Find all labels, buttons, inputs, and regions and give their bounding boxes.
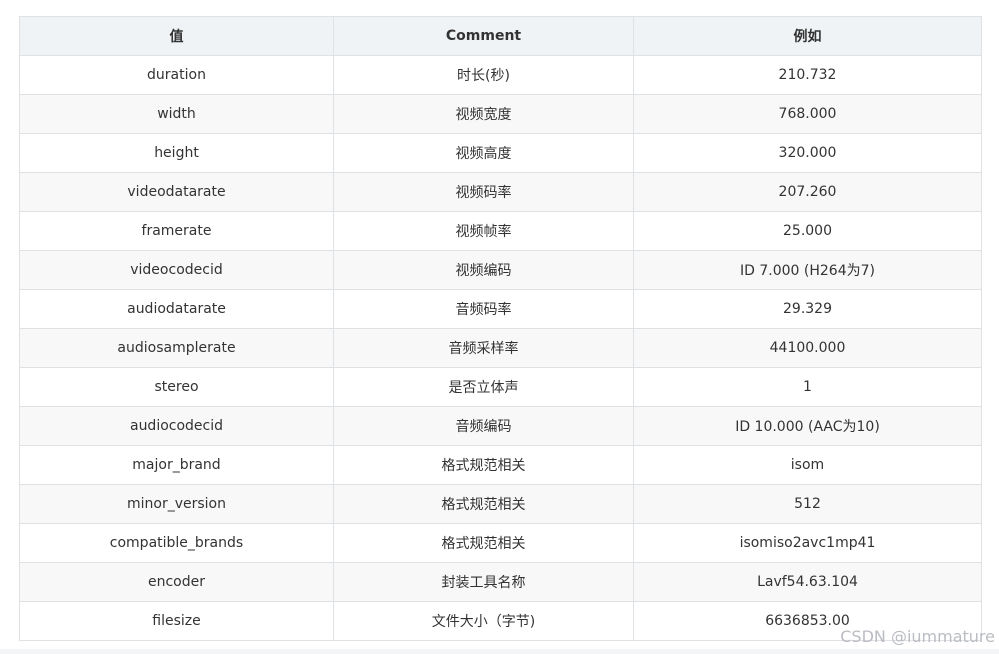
cell-key: audiosamplerate — [19, 328, 334, 368]
cell-comment: 格式规范相关 — [333, 484, 634, 524]
cell-example: isom — [633, 445, 982, 485]
column-header-example: 例如 — [633, 16, 982, 56]
cell-comment: 是否立体声 — [333, 367, 634, 407]
cell-key: audiocodecid — [19, 406, 334, 446]
table-row: major_brand 格式规范相关 isom — [19, 445, 982, 485]
cell-key: duration — [19, 55, 334, 95]
cell-comment: 视频帧率 — [333, 211, 634, 251]
table-row: duration 时长(秒) 210.732 — [19, 55, 982, 95]
cell-comment: 格式规范相关 — [333, 523, 634, 563]
cell-key: width — [19, 94, 334, 134]
cell-comment: 时长(秒) — [333, 55, 634, 95]
cell-key: videodatarate — [19, 172, 334, 212]
table-row: stereo 是否立体声 1 — [19, 367, 982, 407]
cell-key: minor_version — [19, 484, 334, 524]
cell-example: 29.329 — [633, 289, 982, 329]
table-row: compatible_brands 格式规范相关 isomiso2avc1mp4… — [19, 523, 982, 563]
column-header-comment: Comment — [333, 16, 634, 56]
cell-comment: 封装工具名称 — [333, 562, 634, 602]
cell-comment: 音频编码 — [333, 406, 634, 446]
csdn-watermark: CSDN @iummature — [840, 627, 995, 646]
table-row: width 视频宽度 768.000 — [19, 94, 982, 134]
cell-example: 768.000 — [633, 94, 982, 134]
page-bottom-edge — [0, 649, 999, 654]
table-row: filesize 文件大小（字节) 6636853.00 — [19, 601, 982, 641]
table-row: encoder 封装工具名称 Lavf54.63.104 — [19, 562, 982, 602]
cell-key: encoder — [19, 562, 334, 602]
metadata-table-container: 值 Comment 例如 duration 时长(秒) 210.732 widt… — [19, 16, 982, 641]
cell-comment: 视频码率 — [333, 172, 634, 212]
cell-key: audiodatarate — [19, 289, 334, 329]
cell-key: framerate — [19, 211, 334, 251]
cell-comment: 音频采样率 — [333, 328, 634, 368]
table-row: audiodatarate 音频码率 29.329 — [19, 289, 982, 329]
table-row: minor_version 格式规范相关 512 — [19, 484, 982, 524]
cell-comment: 视频编码 — [333, 250, 634, 290]
cell-comment: 文件大小（字节) — [333, 601, 634, 641]
table-header-row: 值 Comment 例如 — [19, 16, 982, 56]
cell-key: stereo — [19, 367, 334, 407]
cell-comment: 视频高度 — [333, 133, 634, 173]
cell-example: Lavf54.63.104 — [633, 562, 982, 602]
column-header-value: 值 — [19, 16, 334, 56]
table-row: audiosamplerate 音频采样率 44100.000 — [19, 328, 982, 368]
cell-key: videocodecid — [19, 250, 334, 290]
cell-example: ID 10.000 (AAC为10) — [633, 406, 982, 446]
cell-example: 1 — [633, 367, 982, 407]
cell-key: compatible_brands — [19, 523, 334, 563]
cell-example: 207.260 — [633, 172, 982, 212]
table-row: height 视频高度 320.000 — [19, 133, 982, 173]
cell-example: isomiso2avc1mp41 — [633, 523, 982, 563]
cell-key: filesize — [19, 601, 334, 641]
cell-key: height — [19, 133, 334, 173]
table-row: framerate 视频帧率 25.000 — [19, 211, 982, 251]
metadata-table: 值 Comment 例如 duration 时长(秒) 210.732 widt… — [19, 16, 982, 641]
cell-comment: 格式规范相关 — [333, 445, 634, 485]
cell-key: major_brand — [19, 445, 334, 485]
cell-example: 25.000 — [633, 211, 982, 251]
cell-example: 512 — [633, 484, 982, 524]
table-row: audiocodecid 音频编码 ID 10.000 (AAC为10) — [19, 406, 982, 446]
table-row: videodatarate 视频码率 207.260 — [19, 172, 982, 212]
cell-comment: 音频码率 — [333, 289, 634, 329]
cell-example: 320.000 — [633, 133, 982, 173]
cell-example: 44100.000 — [633, 328, 982, 368]
cell-example: ID 7.000 (H264为7) — [633, 250, 982, 290]
cell-comment: 视频宽度 — [333, 94, 634, 134]
table-row: videocodecid 视频编码 ID 7.000 (H264为7) — [19, 250, 982, 290]
cell-example: 210.732 — [633, 55, 982, 95]
